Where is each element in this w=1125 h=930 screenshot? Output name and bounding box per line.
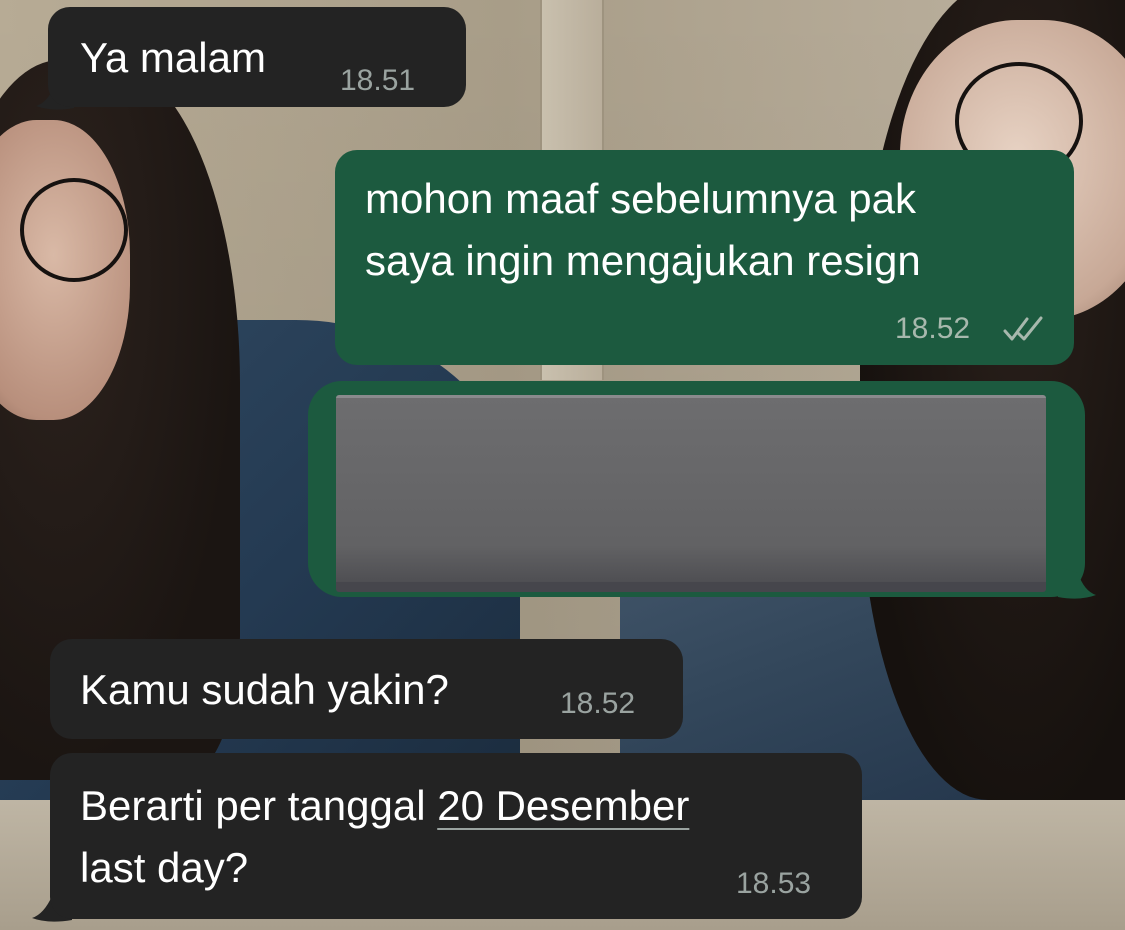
message-text-segment: Berarti per tanggal (80, 782, 438, 829)
message-line: mohon maaf sebelumnya pak (365, 175, 916, 222)
message-text: Ya malam (80, 34, 266, 81)
message-timestamp: 18.53 (736, 867, 812, 900)
double-check-icon (1003, 316, 1043, 341)
message-line: saya ingin mengajukan resign (365, 237, 921, 284)
message-text: Kamu sudah yakin? (80, 666, 449, 713)
redacted-content (336, 395, 1046, 592)
date-link[interactable]: 20 Desember (437, 782, 689, 829)
message-timestamp: 18.51 (340, 64, 416, 97)
message-timestamp: 18.52 (560, 687, 636, 720)
message-bubble-incoming[interactable]: Kamu sudah yakin? 18.52 (50, 639, 683, 739)
message-bubble-incoming[interactable]: Berarti per tanggal 20 Desember last day… (50, 753, 862, 919)
message-bubble-incoming[interactable]: Ya malam 18.51 (48, 7, 466, 107)
message-text: Berarti per tanggal 20 Desember last day… (80, 775, 850, 899)
message-timestamp: 18.52 (895, 312, 971, 345)
wallpaper-glasses-left (20, 178, 128, 282)
message-bubble-outgoing[interactable]: mohon maaf sebelumnya pak saya ingin men… (335, 150, 1074, 365)
message-line: last day? (80, 844, 249, 891)
outgoing-bubble-tail (1058, 567, 1096, 599)
message-bubble-outgoing-redacted[interactable] (308, 381, 1085, 597)
message-line: Berarti per tanggal 20 Desember (80, 775, 850, 837)
message-text: mohon maaf sebelumnya pak saya ingin men… (365, 168, 1055, 292)
